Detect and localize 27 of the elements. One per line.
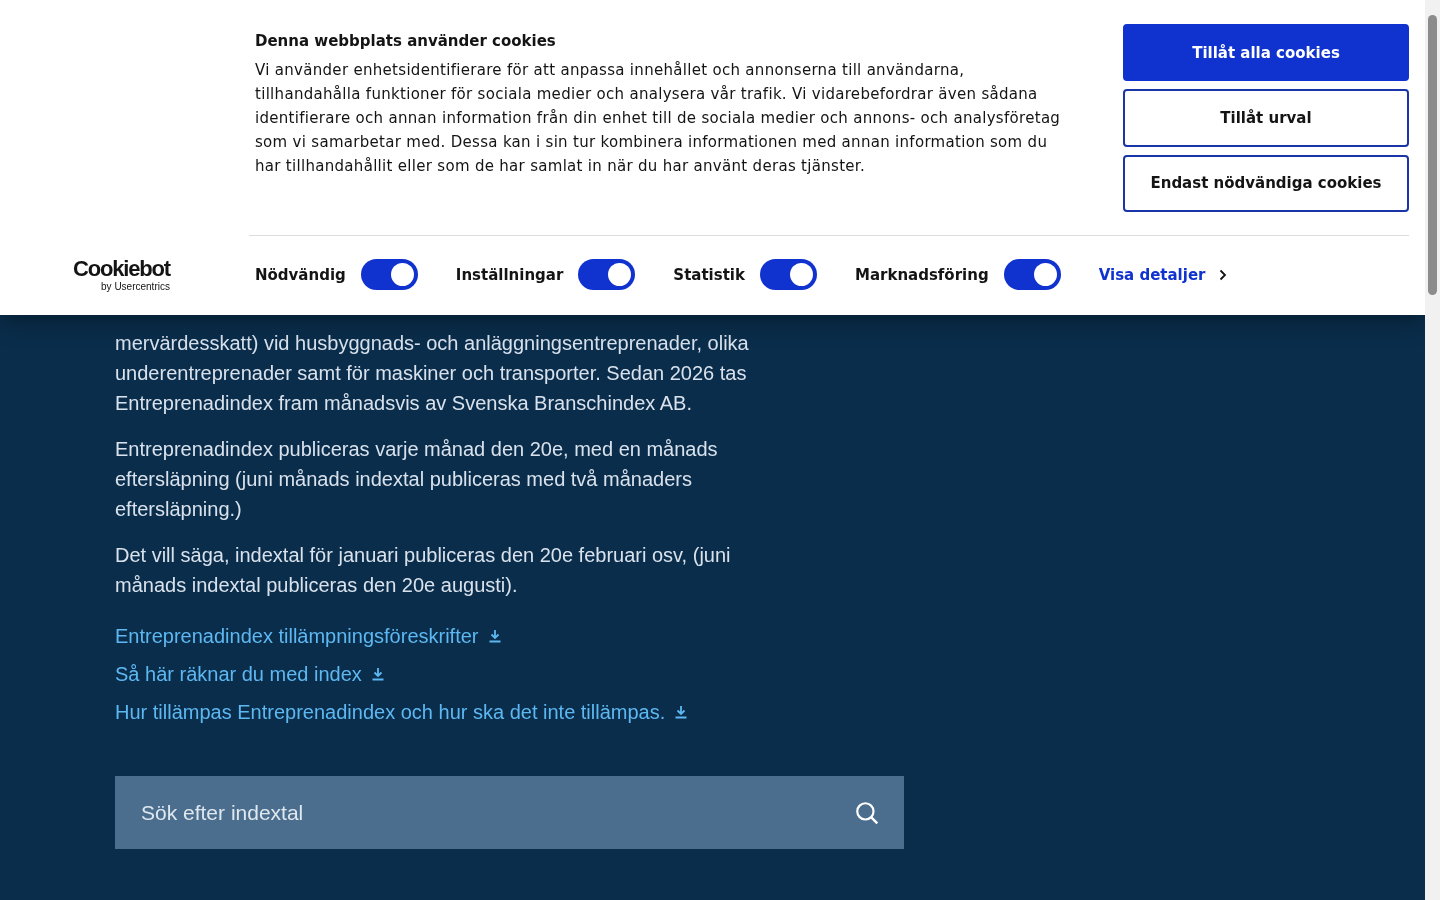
body-paragraph: mervärdesskatt) vid husbyggnads- och anläggningsentreprenader, olika underentreprenader samt för maskiner och transporter. Sedan 2026 tas Entreprenadindex fram månadsvis av Svenska Branschindex AB. [115,331,750,416]
category-label: Nödvändig [255,265,346,284]
logo-byline: by Usercentrics [101,281,170,292]
download-icon [673,704,690,720]
toggle-switch[interactable] [578,259,636,290]
scrollbar[interactable] [1425,0,1440,900]
body-paragraph: Entreprenadindex publiceras varje månad den 20e, med en månads eftersläpning (juni månads indextal publiceras med två månaders eftersläpning.) [115,437,719,522]
category-label: Marknadsföring [854,265,989,284]
accept-button[interactable]: Tillåt alla cookies [1123,24,1409,82]
chevron-icon [1219,268,1228,281]
category-label: Statistik [673,265,745,284]
details-link[interactable]: Visa detaljer [1098,265,1206,284]
download-link[interactable]: Entreprenadindex tillämpningsföreskrifter [115,622,503,650]
banner-title: Denna webbplats använder cookies [255,32,557,50]
search-field[interactable]: Sök efter indextal [115,776,904,849]
body-paragraph: Det vill säga, indextal för januari publiceras den 20e februari osv, (juni månads indextal publiceras den 20e augusti). [115,543,732,598]
cookie-button[interactable]: Endast nödvändiga cookies [1123,154,1409,212]
category-label: Inställningar [455,265,564,284]
toggle-switch[interactable] [759,259,817,290]
toggle-switch[interactable] [360,259,418,290]
cookie-button[interactable]: Tillåt urval [1123,89,1409,147]
toggle-switch[interactable] [1003,259,1061,290]
download-link[interactable]: Så här räknar du med index [115,660,386,688]
download-link[interactable]: Hur tillämpas Entreprenadindex och hur ska det inte tillämpas. [115,698,690,726]
banner-text: Vi använder enhetsidentifierare för att anpassa innehållet och annonserna till användarna, tillhandahålla funktioner för sociala medier och analysera vår trafik. Vi vidarebefordrar även sådana identifierare och annan information från din enhet till de sociala medier och annons- och analysföretag som vi samarbetar med. Dessa kan i sin tur kombinera informationen med annan information som du har tillhandahållit eller som de har samlat in när du har använt deras tjänster. [255,60,1062,177]
logo-wordmark: Cookiebot [73,257,170,280]
search-icon[interactable] [854,800,880,826]
